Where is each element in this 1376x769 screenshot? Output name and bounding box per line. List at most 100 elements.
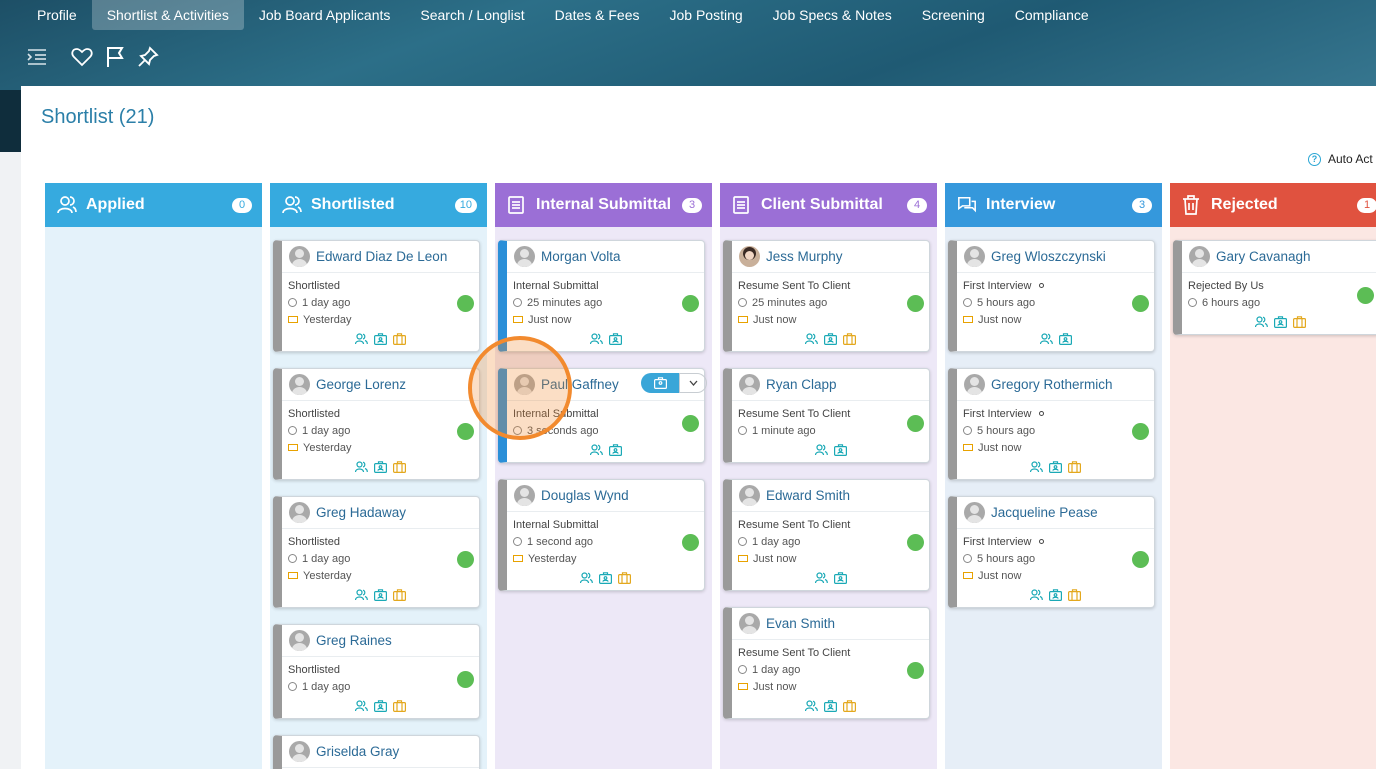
time-row: 1 day ago — [738, 662, 929, 679]
auto-activity-toggle[interactable]: ? Auto Act — [1308, 152, 1373, 166]
tab-compliance[interactable]: Compliance — [1000, 0, 1104, 30]
briefcase-id-icon[interactable] — [374, 588, 388, 601]
briefcase-id-icon[interactable] — [374, 460, 388, 473]
time-row: 5 hours ago — [963, 295, 1154, 312]
tab-search-longlist[interactable]: Search / Longlist — [405, 0, 539, 30]
candidate-card[interactable]: Griselda Gray — [273, 735, 480, 769]
column-header[interactable]: Rejected 1 — [1170, 183, 1376, 227]
column-header[interactable]: Internal Submittal 3 — [495, 183, 712, 227]
users-icon[interactable] — [355, 588, 369, 601]
candidate-card[interactable]: Paul Gaffney Internal Submittal 3 seconds … — [498, 368, 707, 463]
indent-icon[interactable] — [24, 44, 50, 70]
heart-icon[interactable] — [69, 44, 95, 70]
candidate-name[interactable]: Greg Raines — [316, 633, 392, 648]
users-icon[interactable] — [589, 443, 603, 456]
tab-screening[interactable]: Screening — [907, 0, 1000, 30]
briefcase-icon[interactable] — [393, 699, 407, 712]
column-header[interactable]: Interview 3 — [945, 183, 1162, 227]
candidate-card[interactable]: Douglas Wynd Internal Submittal 1 second a… — [498, 479, 705, 591]
briefcase-id-icon[interactable] — [374, 332, 388, 345]
candidate-card[interactable]: George Lorenz Shortlisted 1 day ago Yesterd… — [273, 368, 480, 480]
briefcase-icon[interactable] — [393, 332, 407, 345]
users-icon[interactable] — [580, 571, 594, 584]
users-icon[interactable] — [589, 332, 603, 345]
candidate-name[interactable]: Paul Gaffney — [541, 377, 619, 392]
candidate-name[interactable]: Edward Diaz De Leon — [316, 249, 447, 264]
briefcase-id-icon[interactable] — [1049, 460, 1063, 473]
tab-job-posting[interactable]: Job Posting — [655, 0, 758, 30]
users-icon[interactable] — [1030, 460, 1044, 473]
users-icon[interactable] — [1255, 315, 1269, 328]
briefcase-id-icon[interactable] — [608, 332, 622, 345]
briefcase-icon[interactable] — [1293, 315, 1307, 328]
document-icon — [507, 195, 527, 215]
candidate-name[interactable]: Griselda Gray — [316, 744, 399, 759]
column-header[interactable]: Client Submittal 4 — [720, 183, 937, 227]
pin-icon[interactable] — [135, 44, 161, 70]
candidate-name[interactable]: Jess Murphy — [766, 249, 843, 264]
candidate-card[interactable]: Greg Wloszczynski First Interview 5 hours … — [948, 240, 1155, 352]
briefcase-id-icon[interactable] — [833, 443, 847, 456]
briefcase-id-icon[interactable] — [1274, 315, 1288, 328]
candidate-name[interactable]: Morgan Volta — [541, 249, 621, 264]
candidate-name[interactable]: Edward Smith — [766, 488, 850, 503]
briefcase-icon[interactable] — [618, 571, 632, 584]
candidate-name[interactable]: Gregory Rothermich — [991, 377, 1113, 392]
submit-button[interactable] — [641, 373, 679, 393]
briefcase-id-icon[interactable] — [1049, 588, 1063, 601]
candidate-card[interactable]: Greg Raines Shortlisted 1 day ago — [273, 624, 480, 719]
users-icon[interactable] — [814, 571, 828, 584]
candidate-name[interactable]: Ryan Clapp — [766, 377, 837, 392]
candidate-card[interactable]: Morgan Volta Internal Submittal 25 minutes… — [498, 240, 705, 352]
briefcase-id-icon[interactable] — [608, 443, 622, 456]
candidate-card[interactable]: Gregory Rothermich First Interview 5 hours… — [948, 368, 1155, 480]
flag-icon[interactable] — [102, 44, 128, 70]
candidate-card[interactable]: Jess Murphy Resume Sent To Client 25 minut… — [723, 240, 930, 352]
candidate-card[interactable]: Gary Cavanagh Rejected By Us 6 hours ago — [1173, 240, 1376, 335]
briefcase-icon[interactable] — [1068, 588, 1082, 601]
help-icon: ? — [1308, 152, 1321, 166]
tab-shortlist-activities[interactable]: Shortlist & Activities — [91, 0, 244, 30]
candidate-card[interactable]: Ryan Clapp Resume Sent To Client 1 minute … — [723, 368, 930, 463]
briefcase-id-icon[interactable] — [833, 571, 847, 584]
candidate-card[interactable]: Greg Hadaway Shortlisted 1 day ago Yesterda… — [273, 496, 480, 608]
briefcase-icon[interactable] — [843, 699, 857, 712]
column-header[interactable]: Applied 0 — [45, 183, 262, 227]
briefcase-id-icon[interactable] — [824, 332, 838, 345]
candidate-name[interactable]: Greg Wloszczynski — [991, 249, 1106, 264]
tab-job-specs-notes[interactable]: Job Specs & Notes — [758, 0, 907, 30]
users-icon[interactable] — [1030, 588, 1044, 601]
briefcase-id-icon[interactable] — [599, 571, 613, 584]
briefcase-icon[interactable] — [843, 332, 857, 345]
briefcase-icon[interactable] — [1068, 460, 1082, 473]
candidate-name[interactable]: Evan Smith — [766, 616, 835, 631]
candidate-name[interactable]: Jacqueline Pease — [991, 505, 1098, 520]
chevron-down-icon[interactable] — [679, 373, 707, 393]
briefcase-id-icon[interactable] — [1058, 332, 1072, 345]
candidate-card[interactable]: Jacqueline Pease First Interview 5 hours a… — [948, 496, 1155, 608]
email-time: Yesterday — [303, 314, 352, 326]
tab-job-board-applicants[interactable]: Job Board Applicants — [244, 0, 406, 30]
briefcase-id-icon[interactable] — [374, 699, 388, 712]
candidate-name[interactable]: Gary Cavanagh — [1216, 249, 1311, 264]
users-icon[interactable] — [814, 443, 828, 456]
column-header[interactable]: Shortlisted 10 — [270, 183, 487, 227]
candidate-card[interactable]: Evan Smith Resume Sent To Client 1 day ago… — [723, 607, 930, 719]
users-icon[interactable] — [1039, 332, 1053, 345]
users-icon[interactable] — [355, 332, 369, 345]
candidate-card[interactable]: Edward Smith Resume Sent To Client 1 day a… — [723, 479, 930, 591]
users-icon[interactable] — [355, 460, 369, 473]
users-icon[interactable] — [355, 699, 369, 712]
briefcase-id-icon[interactable] — [824, 699, 838, 712]
candidate-name[interactable]: Douglas Wynd — [541, 488, 629, 503]
candidate-name[interactable]: George Lorenz — [316, 377, 406, 392]
tab-profile[interactable]: Profile — [22, 0, 92, 30]
tab-dates-fees[interactable]: Dates & Fees — [540, 0, 655, 30]
candidate-name[interactable]: Greg Hadaway — [316, 505, 406, 520]
card-body: First Interview 5 hours ago Just now — [957, 273, 1154, 329]
users-icon[interactable] — [805, 699, 819, 712]
candidate-card[interactable]: Edward Diaz De Leon Shortlisted 1 day ago Y… — [273, 240, 480, 352]
briefcase-icon[interactable] — [393, 588, 407, 601]
users-icon[interactable] — [805, 332, 819, 345]
briefcase-icon[interactable] — [393, 460, 407, 473]
